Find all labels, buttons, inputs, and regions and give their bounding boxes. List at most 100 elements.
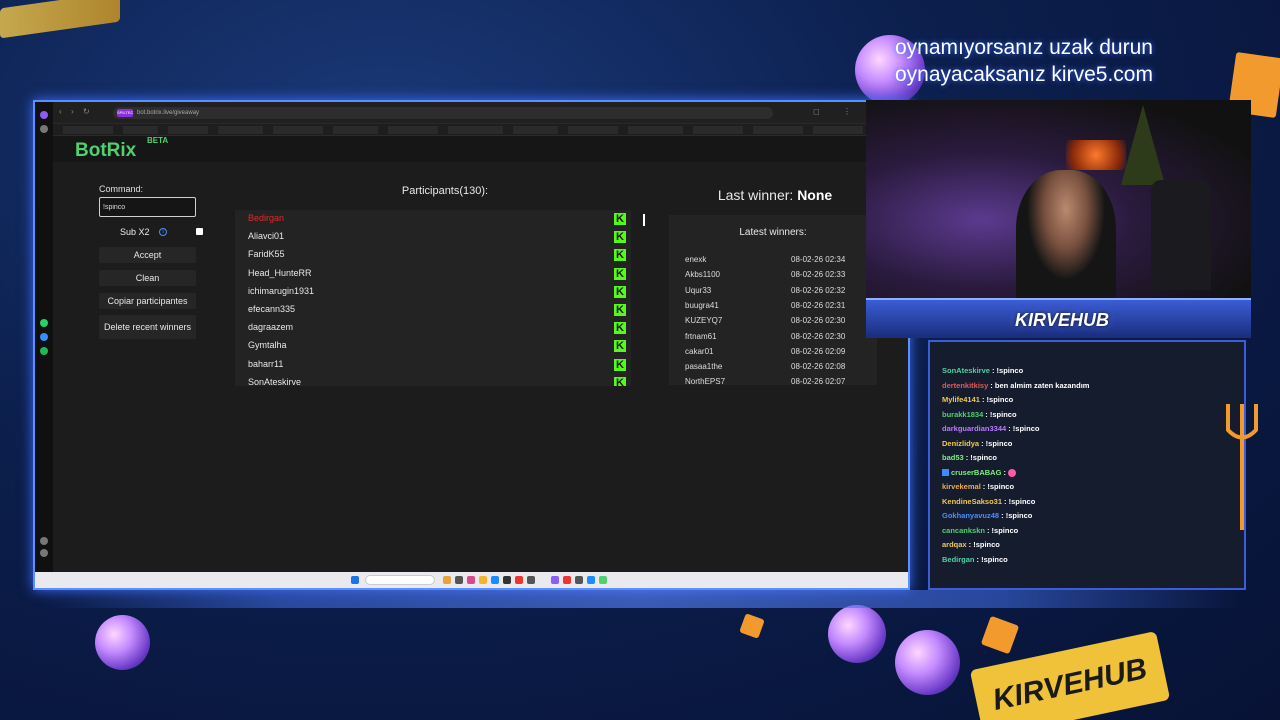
bookmark-item[interactable] xyxy=(628,126,683,134)
bookmark-item[interactable] xyxy=(753,126,803,134)
bookmark-item[interactable] xyxy=(568,126,618,134)
bookmark-item[interactable] xyxy=(218,126,263,134)
participant-row[interactable]: Aliavci01 K xyxy=(235,228,631,246)
chat-username[interactable]: Bedirgan xyxy=(942,555,975,564)
menu-icon[interactable]: ⋮ xyxy=(843,107,851,116)
winner-name: enexk xyxy=(685,255,707,264)
copy-participants-button[interactable]: Copiar participantes xyxy=(99,293,196,309)
extension-icon[interactable]: ◻ xyxy=(813,107,820,116)
christmas-tree xyxy=(1121,105,1165,185)
chat-message: burakk1834: !spinco xyxy=(942,410,1017,419)
spotify-icon[interactable] xyxy=(40,347,48,355)
start-icon[interactable] xyxy=(351,576,359,584)
winner-name: Akbs1100 xyxy=(685,270,720,280)
url-bar[interactable]: SPILTEC bot.botrix.live/giveaway xyxy=(113,107,773,119)
chat-username[interactable]: Mylife4141 xyxy=(942,395,980,404)
participants-list[interactable]: Bedirgan K Aliavci01 K FaridK55 K Head_HunteRR… xyxy=(235,210,631,386)
delete-winners-button[interactable]: Delete recent winners xyxy=(99,315,196,339)
chat-text: : !spinco xyxy=(1001,511,1033,520)
winner-row: Akbs1100 08-02-26 02:33 xyxy=(685,270,865,284)
chat-username[interactable]: Gokhanyavuz48 xyxy=(942,511,999,520)
whatsapp-icon[interactable] xyxy=(40,319,48,327)
orb-decoration xyxy=(895,630,960,695)
back-icon[interactable]: ‹ xyxy=(59,107,62,116)
info-icon[interactable]: i xyxy=(159,228,167,236)
heart-icon[interactable] xyxy=(40,537,48,545)
participant-row[interactable]: Head_HunteRR K xyxy=(235,265,631,283)
subscriber-badge-icon xyxy=(942,469,949,477)
bookmark-item[interactable] xyxy=(693,126,743,134)
winner-time: 08-02-26 02:33 xyxy=(791,270,846,280)
app-icon[interactable] xyxy=(527,576,535,584)
emote-icon xyxy=(1007,468,1016,477)
chat-username[interactable]: dertenkitkisy xyxy=(942,381,988,390)
participant-row[interactable]: dagraazem K xyxy=(235,319,631,337)
chat-username[interactable]: bad53 xyxy=(942,453,964,462)
chat-username[interactable]: cruserBABAG xyxy=(951,468,1001,477)
participants-title: Participants(130): xyxy=(401,185,489,197)
command-input[interactable] xyxy=(99,197,196,217)
app-icon[interactable] xyxy=(587,576,595,584)
stream-chat: SonAteskirve: !spinco dertenkitkisy: ben … xyxy=(928,340,1246,590)
sub-x2-checkbox[interactable] xyxy=(196,228,203,235)
app-icon[interactable] xyxy=(455,576,463,584)
bookmark-item[interactable] xyxy=(333,126,378,134)
participant-name: ichimarugin1931 xyxy=(248,285,315,296)
bookmark-item[interactable] xyxy=(168,126,208,134)
participant-row[interactable]: Bedirgan K xyxy=(235,210,631,228)
participant-row[interactable]: Gymtalha K xyxy=(235,337,631,355)
edge-icon[interactable] xyxy=(491,576,499,584)
chat-username[interactable]: kirvekemal xyxy=(942,482,981,491)
clean-button[interactable]: Clean xyxy=(99,270,196,286)
folder-icon[interactable] xyxy=(479,576,487,584)
chat-username[interactable]: Denizlidya xyxy=(942,439,979,448)
participant-row[interactable]: efecann335 K xyxy=(235,301,631,319)
opera-icon[interactable] xyxy=(563,576,571,584)
bookmark-item[interactable] xyxy=(813,126,863,134)
taskbar-search[interactable] xyxy=(365,575,435,585)
chat-username[interactable]: KendineSakso31 xyxy=(942,497,1002,506)
participant-row[interactable]: SonAteskirve K xyxy=(235,374,631,386)
participant-name: Aliavci01 xyxy=(248,231,285,242)
app-icon[interactable] xyxy=(551,576,559,584)
cube-decoration xyxy=(980,615,1020,655)
app-icon[interactable] xyxy=(503,576,511,584)
chat-username[interactable]: SonAteskirve xyxy=(942,366,990,375)
bookmark-item[interactable] xyxy=(448,126,503,134)
bookmark-icon[interactable] xyxy=(40,125,48,133)
bookmark-item[interactable] xyxy=(388,126,438,134)
bookmark-item[interactable] xyxy=(123,126,158,134)
forward-icon[interactable]: › xyxy=(71,107,74,116)
chat-username[interactable]: cancankskn xyxy=(942,526,985,535)
chat-message: Bedirgan: !spinco xyxy=(942,555,1008,564)
bookmark-item[interactable] xyxy=(273,126,323,134)
promo-line: oynayacaksanız kirve5.com xyxy=(895,63,1153,86)
participant-row[interactable]: baharr11 K xyxy=(235,356,631,374)
bookmark-item[interactable] xyxy=(63,126,113,134)
accept-button[interactable]: Accept xyxy=(99,247,196,263)
chat-username[interactable]: ardqax xyxy=(942,540,967,549)
chat-text: : !spinco xyxy=(982,482,1015,491)
app-icon[interactable] xyxy=(443,576,451,584)
kick-icon: K xyxy=(614,322,626,335)
chrome-icon[interactable] xyxy=(599,576,607,584)
home-icon[interactable] xyxy=(40,111,48,119)
participant-name: Head_HunteRR xyxy=(248,267,312,278)
app-icon[interactable] xyxy=(515,576,523,584)
messenger-icon[interactable] xyxy=(40,333,48,341)
windows-taskbar xyxy=(35,572,908,588)
reload-icon[interactable]: ↻ xyxy=(83,107,90,116)
botrix-logo[interactable]: BotRix xyxy=(75,140,136,162)
app-icon[interactable] xyxy=(467,576,475,584)
chat-username[interactable]: darkguardian3344 xyxy=(942,424,1006,433)
browser-sidebar xyxy=(35,102,53,588)
chat-text: : !spinco xyxy=(965,453,997,462)
scrollbar[interactable] xyxy=(643,214,645,226)
clock-icon[interactable] xyxy=(40,549,48,557)
app-icon[interactable] xyxy=(575,576,583,584)
participant-row[interactable]: FaridK55 K xyxy=(235,246,631,264)
participant-row[interactable]: ichimarugin1931 K xyxy=(235,283,631,301)
bookmark-item[interactable] xyxy=(513,126,558,134)
chat-username[interactable]: burakk1834 xyxy=(942,410,983,419)
winner-time: 08-02-26 02:30 xyxy=(791,316,846,326)
